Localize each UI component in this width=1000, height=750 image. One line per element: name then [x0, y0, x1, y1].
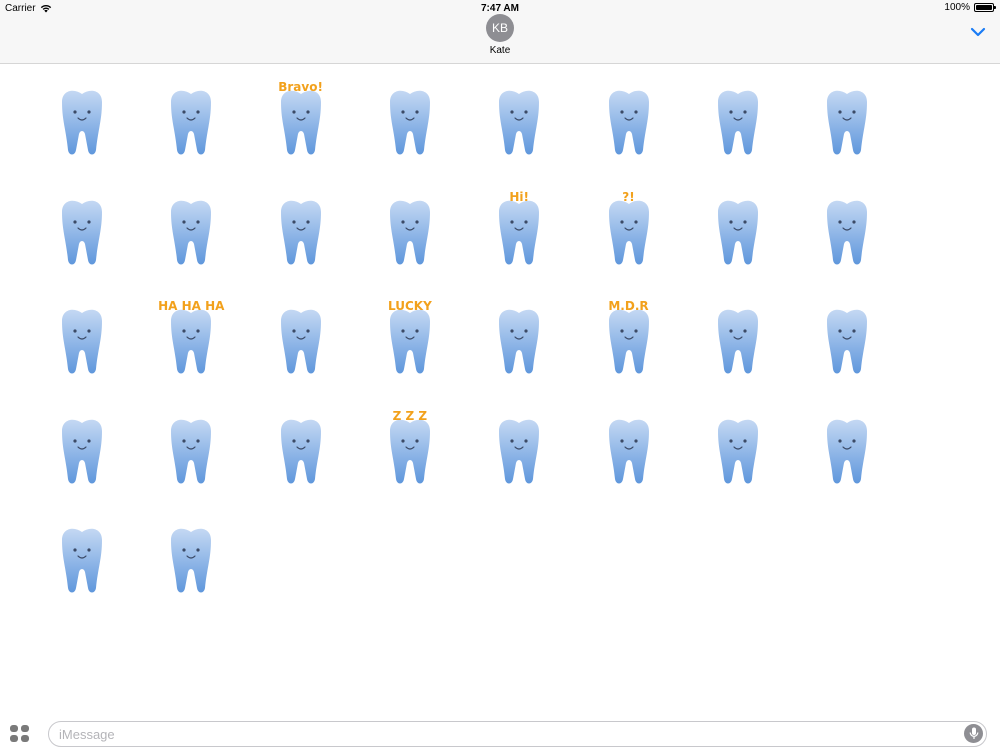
battery-percent: 100%: [944, 2, 970, 13]
sticker[interactable]: [32, 297, 132, 397]
sticker[interactable]: [360, 78, 460, 178]
sticker-grid: Bravo! Hi!?! HA HA HA LUCKY M.D.R Z Z Z: [0, 64, 1000, 720]
sticker[interactable]: [141, 516, 241, 616]
sticker-caption: ?!: [622, 189, 635, 204]
tooth-sticker-icon: [608, 419, 649, 483]
chevron-down-icon[interactable]: [970, 24, 986, 40]
battery-group: 100%: [944, 2, 996, 13]
tooth-sticker-icon: [608, 90, 649, 155]
sticker[interactable]: [251, 297, 351, 397]
tooth-sticker-icon: [171, 200, 212, 264]
tooth-sticker-icon: [62, 309, 102, 374]
sticker[interactable]: [797, 297, 897, 397]
sticker[interactable]: [141, 188, 241, 288]
message-field-container: [48, 721, 987, 747]
tooth-sticker-icon: [389, 90, 430, 155]
tooth-sticker-icon: [827, 90, 868, 155]
sticker[interactable]: [797, 188, 897, 288]
tooth-sticker-icon: [499, 90, 540, 155]
sticker[interactable]: ?!: [579, 188, 679, 288]
sticker[interactable]: LUCKY: [360, 297, 460, 397]
sticker-caption: M.D.R: [608, 299, 649, 313]
sticker[interactable]: [32, 188, 132, 288]
sticker[interactable]: [797, 78, 897, 178]
tooth-sticker-icon: [717, 90, 758, 155]
sticker[interactable]: [469, 407, 569, 507]
clock: 7:47 AM: [481, 3, 519, 14]
sticker-caption: Hi!: [509, 189, 529, 204]
sticker[interactable]: [688, 78, 788, 178]
tooth-sticker-icon: [499, 309, 540, 374]
sticker[interactable]: [251, 407, 351, 507]
tooth-sticker-icon: [171, 528, 212, 593]
tooth-sticker-icon: [62, 200, 102, 264]
tooth-sticker-icon: [280, 309, 321, 374]
sticker[interactable]: [688, 297, 788, 397]
tooth-sticker-icon: [280, 419, 321, 483]
sticker[interactable]: [141, 78, 241, 178]
tooth-sticker-icon: [280, 200, 321, 264]
tooth-sticker-icon: [717, 309, 758, 374]
sticker[interactable]: M.D.R: [579, 297, 679, 397]
sticker[interactable]: Hi!: [469, 188, 569, 288]
sticker[interactable]: [579, 78, 679, 178]
sticker[interactable]: Z Z Z: [360, 407, 460, 507]
sticker[interactable]: [469, 78, 569, 178]
conversation-header: KB Kate: [0, 14, 1000, 64]
battery-icon: [974, 3, 996, 12]
sticker[interactable]: [797, 407, 897, 507]
message-input[interactable]: [59, 725, 939, 743]
sticker-caption: LUCKY: [388, 299, 432, 313]
app-drawer-icon[interactable]: [10, 725, 31, 743]
tooth-sticker-icon: [389, 200, 430, 264]
microphone-icon[interactable]: [964, 724, 983, 743]
contact-name[interactable]: Kate: [0, 45, 1000, 56]
message-composer: [0, 716, 1000, 750]
contact-avatar[interactable]: KB: [486, 14, 514, 42]
tooth-sticker-icon: [171, 90, 212, 155]
sticker[interactable]: [688, 188, 788, 288]
sticker[interactable]: [32, 516, 132, 616]
tooth-sticker-icon: [62, 528, 102, 593]
sticker-caption: HA HA HA: [158, 299, 225, 313]
sticker[interactable]: [688, 407, 788, 507]
sticker[interactable]: [141, 407, 241, 507]
sticker[interactable]: [469, 297, 569, 397]
tooth-sticker-icon: [827, 309, 868, 374]
sticker-caption: Z Z Z: [392, 408, 428, 423]
sticker[interactable]: [579, 407, 679, 507]
sticker[interactable]: [360, 188, 460, 288]
sticker[interactable]: [32, 407, 132, 507]
sticker[interactable]: HA HA HA: [141, 297, 241, 397]
tooth-sticker-icon: [827, 419, 868, 483]
tooth-sticker-icon: [62, 419, 102, 483]
sticker-caption: Bravo!: [278, 80, 323, 94]
sticker[interactable]: [251, 188, 351, 288]
tooth-sticker-icon: [171, 419, 212, 483]
sticker[interactable]: [32, 78, 132, 178]
tooth-sticker-icon: [717, 200, 758, 264]
tooth-sticker-icon: [62, 90, 102, 155]
tooth-sticker-icon: [827, 200, 868, 264]
tooth-sticker-icon: [717, 419, 758, 483]
tooth-sticker-icon: [499, 419, 540, 483]
sticker[interactable]: Bravo!: [251, 78, 351, 178]
